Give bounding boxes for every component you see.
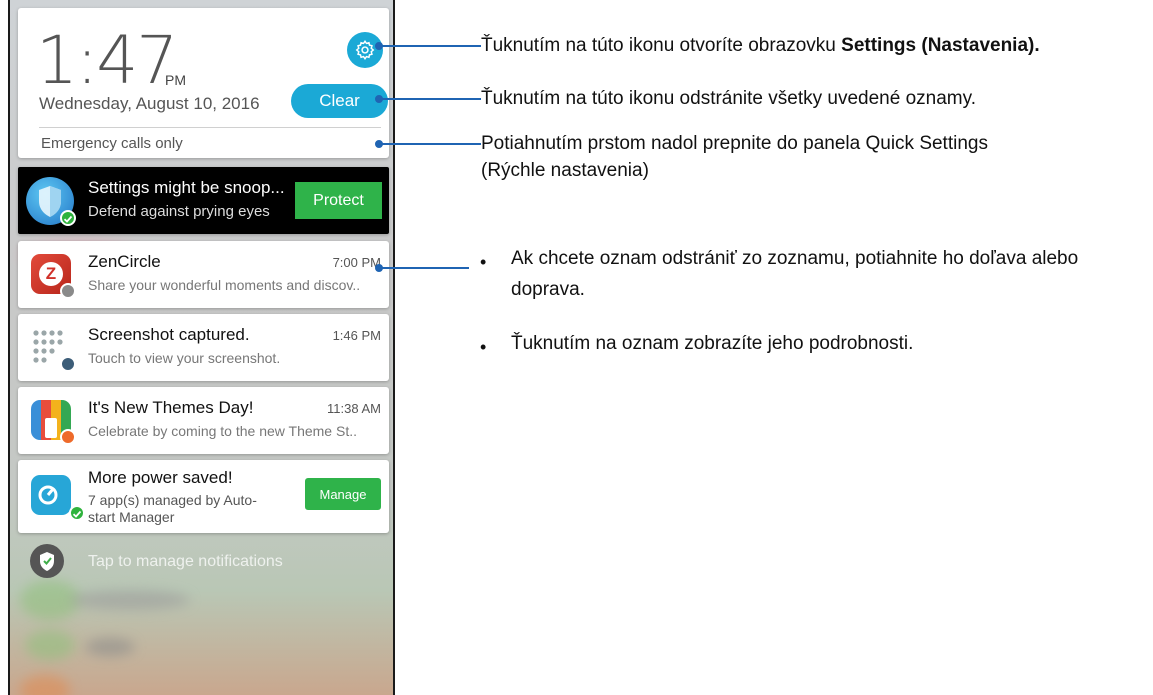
- brush-badge-icon: [60, 429, 76, 445]
- notification-power[interactable]: More power saved! 7 app(s) managed by Au…: [18, 460, 389, 533]
- clear-button[interactable]: Clear: [291, 84, 388, 118]
- badge-icon: [60, 283, 76, 299]
- clock: 1:47: [36, 22, 178, 99]
- notification-subtitle: Share your wonderful moments and discov.…: [88, 277, 361, 293]
- bullet: •: [480, 252, 487, 272]
- notification-themes[interactable]: It's New Themes Day! 11:38 AM Celebrate …: [18, 387, 389, 454]
- notification-subtitle-1: 7 app(s) managed by Auto-: [88, 492, 257, 508]
- annotation-swipe-1: Ak chcete oznam odstrániť zo zoznamu, po…: [511, 248, 1079, 269]
- bullet: •: [480, 337, 487, 357]
- settings-gear-icon[interactable]: [347, 32, 383, 68]
- notification-time: 7:00 PM: [332, 255, 381, 270]
- leader-line-clear: [379, 98, 481, 100]
- security-title: Settings might be snoop...: [88, 178, 285, 197]
- power-manager-icon: [31, 475, 71, 515]
- manage-notifications-row[interactable]: Tap to manage notifications: [18, 541, 389, 583]
- leader-line-settings: [379, 45, 481, 47]
- annotation-settings: Ťuknutím na túto ikonu otvoríte obrazovk…: [481, 35, 1040, 56]
- annotation-quick-settings-2: (Rýchle nastavenia): [481, 160, 649, 181]
- date-label: Wednesday, August 10, 2016: [39, 94, 260, 113]
- leader-line-quick: [379, 143, 481, 145]
- phone-screen: 1:47 PM Wednesday, August 10, 2016 Clear…: [8, 0, 395, 695]
- notification-header: 1:47 PM Wednesday, August 10, 2016 Clear…: [18, 8, 389, 158]
- notification-time: 1:46 PM: [332, 328, 381, 343]
- divider: [39, 127, 381, 128]
- notification-zencircle[interactable]: Z ZenCircle 7:00 PM Share your wonderful…: [18, 241, 389, 308]
- security-subtitle: Defend against prying eyes: [88, 203, 270, 220]
- emergency-calls-label[interactable]: Emergency calls only: [41, 135, 183, 152]
- notification-title: ZenCircle: [88, 252, 161, 271]
- notification-title: Screenshot captured.: [88, 325, 250, 344]
- annotation-swipe-2: doprava.: [511, 279, 585, 300]
- gallery-badge-icon: [60, 356, 76, 372]
- leader-line-notification: [379, 267, 469, 269]
- notification-screenshot[interactable]: Screenshot captured. 1:46 PM Touch to vi…: [18, 314, 389, 381]
- shield-manage-icon: [30, 544, 64, 578]
- notification-subtitle: Celebrate by coming to the new Theme St.…: [88, 423, 357, 439]
- manage-button[interactable]: Manage: [305, 478, 381, 510]
- check-badge-icon: [69, 505, 85, 521]
- notification-subtitle-2: start Manager: [88, 509, 175, 525]
- security-notification[interactable]: Settings might be snoop... Defend agains…: [18, 167, 389, 234]
- manage-notifications-label: Tap to manage notifications: [88, 553, 283, 570]
- check-badge-icon: [60, 210, 76, 226]
- annotation-tap-details: Ťuknutím na oznam zobrazíte jeho podrobn…: [511, 333, 914, 354]
- protect-button[interactable]: Protect: [295, 182, 382, 219]
- notification-title: More power saved!: [88, 468, 233, 487]
- notification-subtitle: Touch to view your screenshot.: [88, 350, 281, 366]
- notification-title: It's New Themes Day!: [88, 398, 254, 417]
- annotation-clear: Ťuknutím na túto ikonu odstránite všetky…: [481, 88, 976, 109]
- clock-ampm: PM: [165, 72, 186, 88]
- annotation-quick-settings-1: Potiahnutím prstom nadol prepnite do pan…: [481, 133, 988, 154]
- notification-time: 11:38 AM: [327, 401, 381, 416]
